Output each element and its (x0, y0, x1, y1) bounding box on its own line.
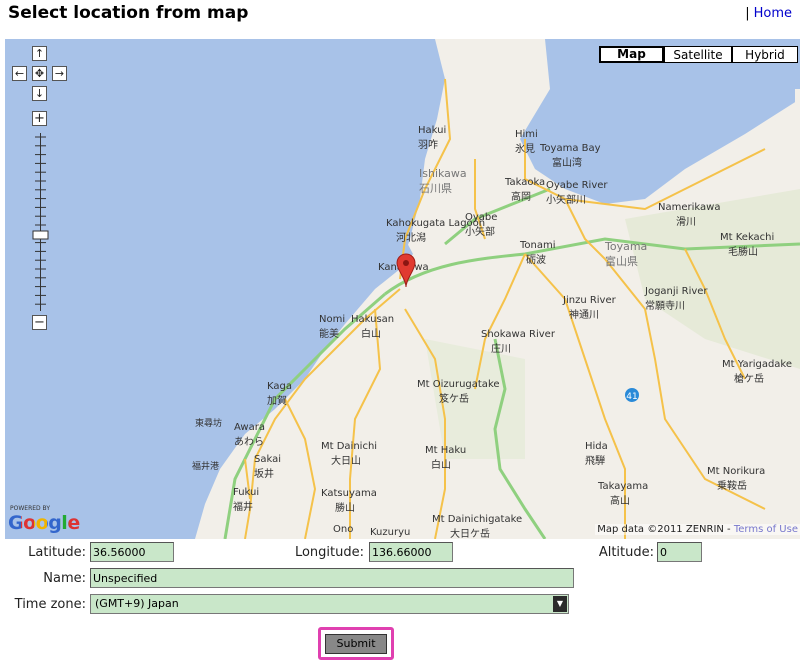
river-label: Jinzu River 神通川 (563, 295, 616, 321)
latitude-field[interactable] (90, 542, 174, 562)
pan-down-icon[interactable]: ↓ (32, 86, 47, 101)
name-label: Name: (43, 571, 86, 586)
zoom-out-icon[interactable]: − (32, 315, 47, 330)
pan-up-icon[interactable]: ↑ (32, 46, 47, 61)
timezone-label: Time zone: (14, 597, 86, 612)
name-field[interactable] (90, 568, 574, 588)
city-label: Kaga 加賀 (267, 381, 292, 407)
home-link[interactable]: Home (754, 6, 792, 21)
map-attribution: Map data ©2011 ZENRIN - Terms of Use (595, 524, 800, 535)
mountain-label: Mt Dainichigatake 大日ケ岳 (432, 514, 523, 539)
city-label: Himi 氷見 (515, 129, 538, 155)
pan-center-icon[interactable]: ✥ (32, 66, 47, 81)
place-label: 東尋坊 (195, 419, 223, 429)
city-label: Oyabe 小矢部 (465, 212, 498, 238)
map-labels: Hakui 羽咋 Himi 氷見 Toyama Bay 富山湾 Ishikawa 石川県… (5, 39, 800, 539)
submit-focus-ring: Submit (318, 627, 394, 660)
terms-link[interactable]: Terms of Use (734, 524, 798, 535)
mountain-label: Mt Kekachi 毛勝山 (720, 232, 775, 258)
map-view[interactable]: 41 Hakui 羽咋 Himi 氷見 Toyama Bay 富山湾 Ishikawa… (5, 39, 800, 539)
mountain-label: Mt Oizurugatake 笈ケ岳 (417, 379, 500, 405)
river-label: Oyabe River 小矢部川 (546, 180, 608, 206)
page-title: Select location from map (8, 3, 249, 23)
map-type-selector: Map Satellite Hybrid (599, 46, 798, 63)
timezone-select[interactable]: (GMT+9) Japan ▼ (90, 594, 569, 614)
city-label: Takaoka 高岡 (505, 177, 546, 203)
city-label: Ono (333, 524, 354, 535)
zoom-in-icon[interactable]: + (32, 111, 47, 126)
city-label: Sakai 坂井 (254, 454, 281, 480)
altitude-label: Altitude: (598, 545, 654, 560)
city-label: Tonami 砺波 (520, 240, 556, 266)
location-pin-icon[interactable] (395, 253, 417, 289)
pan-right-icon[interactable]: → (52, 66, 67, 81)
map-type-map-button[interactable]: Map (599, 46, 664, 63)
city-label: Hida 飛騨 (585, 441, 608, 467)
map-type-hybrid-button[interactable]: Hybrid (732, 46, 798, 63)
mountain-label: Mt Yarigadake 槍ケ岳 (722, 359, 793, 385)
mountain-label: Mt Haku 白山 (425, 445, 467, 471)
nav-separator: | (745, 6, 750, 21)
city-label: Takayama 高山 (598, 481, 649, 507)
mountain-label: Mt Norikura 乗鞍岳 (707, 466, 766, 492)
river-label: Joganji River 常願寺川 (645, 286, 708, 312)
river-label: Kuzuryu (370, 527, 411, 538)
city-label: Katsuyama 勝山 (321, 488, 377, 514)
city-label: Nomi 能美 (319, 314, 346, 340)
longitude-field[interactable] (369, 542, 453, 562)
home-nav: | Home (745, 6, 792, 21)
submit-button[interactable]: Submit (325, 634, 387, 654)
dropdown-arrow-icon[interactable]: ▼ (553, 596, 567, 612)
prefecture-label: Toyama 富山県 (605, 240, 648, 268)
longitude-label: Longitude: (294, 545, 364, 560)
prefecture-label: Ishikawa 石川県 (419, 167, 467, 195)
city-label: Hakui 羽咋 (418, 125, 447, 151)
mountain-label: Mt Dainichi 大日山 (321, 441, 378, 467)
google-logo-text: Google (8, 512, 80, 534)
zoom-slider-handle (32, 230, 49, 240)
google-logo: POWERED BY Google (8, 505, 80, 534)
city-label: Hakusan 白山 (351, 314, 395, 340)
water-label: Toyama Bay 富山湾 (540, 143, 601, 169)
timezone-selected-value: (GMT+9) Japan (95, 597, 179, 610)
altitude-field[interactable] (657, 542, 702, 562)
city-label: Fukui 福井 (233, 487, 260, 513)
zoom-slider[interactable] (32, 133, 49, 311)
port-label: 福井港 (192, 462, 220, 472)
river-label: Shokawa River 庄川 (481, 329, 555, 355)
city-label: Namerikawa 滑川 (658, 202, 721, 228)
latitude-label: Latitude: (28, 545, 86, 560)
city-label: Awara あわら (234, 422, 265, 448)
map-type-satellite-button[interactable]: Satellite (664, 46, 732, 63)
pan-left-icon[interactable]: ← (12, 66, 27, 81)
